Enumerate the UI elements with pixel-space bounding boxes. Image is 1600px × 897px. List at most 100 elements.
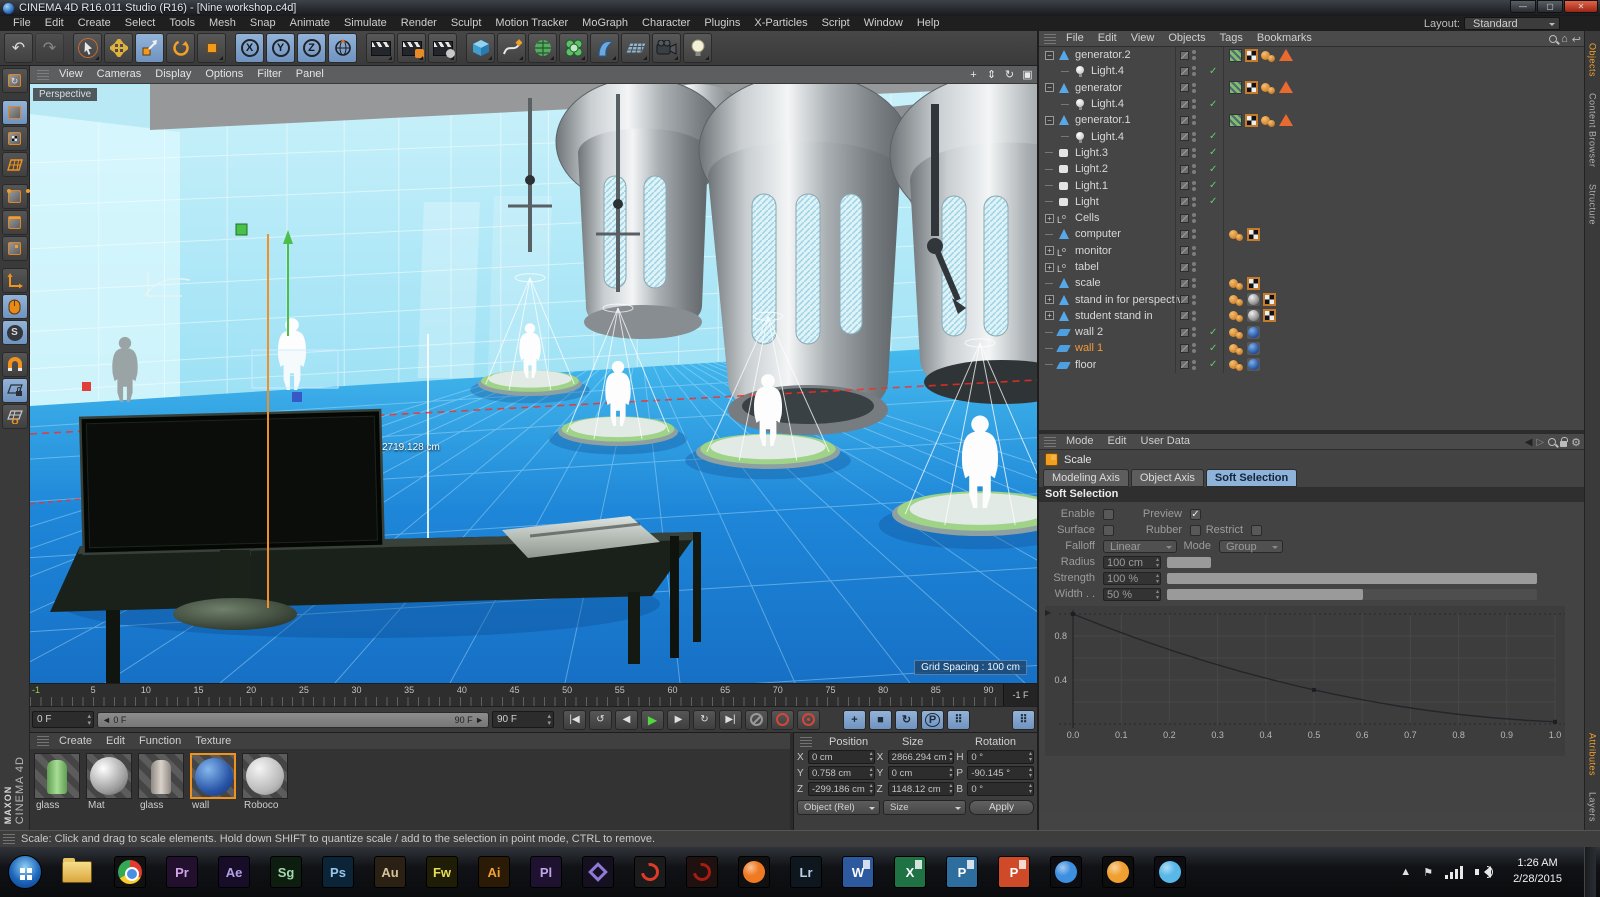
- apply-button[interactable]: Apply: [969, 800, 1034, 815]
- edges-mode-button[interactable]: [1, 210, 28, 235]
- visibility-toggles[interactable]: [1175, 128, 1205, 145]
- close-button[interactable]: ✕: [1564, 0, 1598, 13]
- tree-row-Light[interactable]: Light ✓: [1039, 193, 1584, 210]
- visibility-dots-icon[interactable]: [1192, 115, 1196, 126]
- taskbar-app-runner[interactable]: [1102, 856, 1134, 888]
- expander-icon[interactable]: −: [1045, 83, 1054, 93]
- triangle-tag-icon[interactable]: [1279, 113, 1293, 127]
- layer-box-icon[interactable]: [1180, 295, 1189, 305]
- visibility-toggles[interactable]: [1175, 161, 1205, 178]
- tree-row-Cells[interactable]: + Lo Cells: [1039, 209, 1584, 227]
- phong-tag-icon[interactable]: [1261, 81, 1276, 95]
- sphere-gray-tag-icon[interactable]: [1247, 293, 1260, 307]
- checker-tag-icon[interactable]: [1263, 293, 1276, 307]
- material-glass[interactable]: glass: [138, 753, 186, 812]
- key-parameter-button[interactable]: P: [921, 709, 944, 730]
- axis-mode-button[interactable]: [1, 268, 28, 293]
- tree-row-generator-1[interactable]: − generator.1: [1039, 112, 1584, 129]
- start-button[interactable]: [8, 855, 42, 889]
- coord-field-rotation-p[interactable]: -90.145 ° ▴ ▾: [967, 766, 1035, 780]
- visibility-toggles[interactable]: [1175, 356, 1205, 373]
- layer-box-icon[interactable]: [1180, 311, 1189, 321]
- taskbar-app-audition[interactable]: Au: [374, 856, 406, 888]
- enabled-check-icon[interactable]: ✓: [1209, 164, 1221, 175]
- visibility-toggles[interactable]: [1175, 275, 1205, 292]
- model-mode-button[interactable]: [1, 100, 28, 125]
- viewport-menu-filter[interactable]: Filter: [250, 67, 288, 82]
- material-glass[interactable]: glass: [34, 753, 82, 812]
- show-desktop-button[interactable]: [1584, 847, 1596, 897]
- material-thumbnail[interactable]: [34, 753, 80, 799]
- tree-row-monitor[interactable]: + Lo monitor: [1039, 242, 1584, 259]
- checker-tag-icon[interactable]: [1247, 276, 1260, 290]
- minimize-button[interactable]: —: [1510, 0, 1536, 13]
- viewport-menu-display[interactable]: Display: [148, 67, 198, 82]
- attributes-menu-edit[interactable]: Edit: [1101, 434, 1134, 449]
- visibility-dots-icon[interactable]: [1192, 99, 1196, 110]
- layer-box-icon[interactable]: [1180, 213, 1189, 223]
- dock-tab-structure[interactable]: Structure: [1588, 176, 1598, 233]
- main-menu-character[interactable]: Character: [635, 16, 697, 31]
- coord-field-size-z[interactable]: 1148.12 cm ▴ ▾: [887, 782, 955, 796]
- visibility-toggles[interactable]: [1175, 291, 1205, 308]
- panel-grip[interactable]: [1044, 33, 1056, 44]
- layout-dropdown[interactable]: Standard: [1464, 17, 1560, 30]
- move-tool-button[interactable]: [104, 33, 133, 63]
- coord-field-position-z[interactable]: -299.186 cm ▴ ▾: [808, 782, 875, 796]
- visibility-dots-icon[interactable]: [1192, 262, 1196, 272]
- magnet-snap-button[interactable]: [1, 352, 28, 377]
- radius-slider[interactable]: [1167, 556, 1211, 568]
- taskbar-app-firefox-ball[interactable]: [738, 856, 770, 888]
- enabled-check-icon[interactable]: ✓: [1209, 66, 1221, 77]
- visibility-toggles[interactable]: [1175, 340, 1205, 357]
- panel-grip[interactable]: [800, 737, 812, 747]
- layer-box-icon[interactable]: [1180, 343, 1189, 353]
- viewport-menu-panel[interactable]: Panel: [289, 67, 331, 82]
- main-menu-animate[interactable]: Animate: [283, 16, 337, 31]
- network-icon[interactable]: [1445, 865, 1464, 879]
- panel-grip[interactable]: [37, 69, 49, 80]
- viewport-menu-view[interactable]: View: [52, 67, 90, 82]
- visibility-dots-icon[interactable]: [1192, 229, 1196, 240]
- tree-row-computer[interactable]: computer: [1039, 226, 1584, 243]
- visibility-dots-icon[interactable]: [1192, 196, 1196, 207]
- action-center-flag-icon[interactable]: ⚑: [1423, 866, 1433, 879]
- scale-tool-button[interactable]: [135, 33, 164, 63]
- taskbar-app-powerpoint[interactable]: P: [998, 856, 1030, 888]
- goto-end-button[interactable]: ▶|: [719, 709, 742, 730]
- lock-z-button[interactable]: Z: [297, 33, 326, 63]
- main-menu-motion-tracker[interactable]: Motion Tracker: [488, 16, 575, 31]
- visibility-dots-icon[interactable]: [1192, 147, 1196, 158]
- viewport-rotate-icon[interactable]: ↻: [1002, 68, 1017, 82]
- texture-tag-icon[interactable]: [1229, 81, 1242, 95]
- coord-mode-dropdown[interactable]: Object (Rel): [797, 800, 880, 815]
- taskbar-app-illustrator[interactable]: Ai: [478, 856, 510, 888]
- visibility-dots-icon[interactable]: [1192, 327, 1196, 338]
- back-icon[interactable]: ↩: [1572, 33, 1581, 46]
- points-mode-button[interactable]: [1, 184, 30, 209]
- tab-soft-selection[interactable]: Soft Selection: [1205, 469, 1298, 487]
- taskbar-app-acrobat-pro[interactable]: [686, 856, 718, 888]
- main-menu-sculpt[interactable]: Sculpt: [444, 16, 489, 31]
- visibility-toggles[interactable]: [1175, 144, 1205, 162]
- camera-label[interactable]: Perspective: [33, 88, 98, 101]
- layer-box-icon[interactable]: [1180, 132, 1189, 142]
- main-menu-select[interactable]: Select: [118, 16, 163, 31]
- taskbar-app-lightroom[interactable]: Lr: [790, 856, 822, 888]
- layer-box-icon[interactable]: [1180, 327, 1189, 337]
- object-manager-menu-bookmarks[interactable]: Bookmarks: [1250, 31, 1319, 46]
- visibility-dots-icon[interactable]: [1192, 278, 1196, 289]
- tree-row-scale[interactable]: scale: [1039, 275, 1584, 292]
- search-icon[interactable]: [1548, 438, 1557, 446]
- taskbar-app-media-encoder[interactable]: [582, 856, 614, 888]
- keyframe-selection-button[interactable]: [797, 709, 820, 730]
- coord-field-size-y[interactable]: 0 cm ▴ ▾: [887, 766, 955, 780]
- visibility-dots-icon[interactable]: [1192, 343, 1196, 354]
- deformer-button[interactable]: [590, 33, 619, 63]
- tree-row-Light-1[interactable]: Light.1 ✓: [1039, 177, 1584, 194]
- taskbar-app-acrobat[interactable]: [634, 856, 666, 888]
- generators-button[interactable]: [528, 33, 557, 63]
- phong-tag-icon[interactable]: [1229, 358, 1244, 372]
- visibility-dots-icon[interactable]: [1192, 50, 1196, 61]
- polygons-mode-button[interactable]: [1, 236, 28, 261]
